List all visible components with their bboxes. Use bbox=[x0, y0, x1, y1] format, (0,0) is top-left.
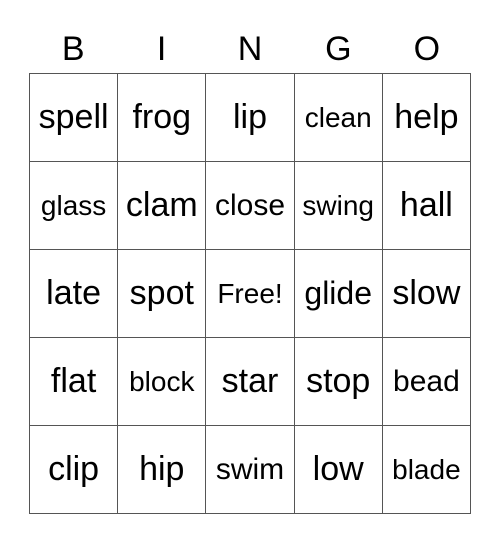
bingo-cell[interactable]: flat bbox=[30, 338, 119, 426]
bingo-cell[interactable]: swing bbox=[294, 162, 383, 250]
bingo-header: B I N G O bbox=[29, 26, 471, 72]
bingo-cell[interactable]: help bbox=[382, 74, 471, 162]
bingo-card-grid: spell frog lip clean help glass clam clo… bbox=[29, 73, 471, 514]
bingo-cell[interactable]: hip bbox=[118, 426, 207, 514]
bingo-cell[interactable]: clam bbox=[118, 162, 207, 250]
bingo-cell[interactable]: swim bbox=[206, 426, 295, 514]
bingo-cell[interactable]: blade bbox=[382, 426, 471, 514]
bingo-cell[interactable]: hall bbox=[382, 162, 471, 250]
bingo-cell[interactable]: glide bbox=[294, 250, 383, 338]
bingo-cell[interactable]: slow bbox=[382, 250, 471, 338]
bingo-cell[interactable]: lip bbox=[206, 74, 295, 162]
bingo-cell[interactable]: low bbox=[294, 426, 383, 514]
bingo-cell[interactable]: bead bbox=[382, 338, 471, 426]
bingo-cell[interactable]: stop bbox=[294, 338, 383, 426]
bingo-cell[interactable]: close bbox=[206, 162, 295, 250]
bingo-cell[interactable]: clip bbox=[30, 426, 119, 514]
header-letter-g: G bbox=[325, 30, 352, 68]
header-letter-i: I bbox=[156, 30, 167, 68]
bingo-cell[interactable]: block bbox=[118, 338, 207, 426]
header-letter-o: O bbox=[413, 30, 441, 68]
header-letter-b: B bbox=[61, 30, 85, 68]
free-space-cell[interactable]: Free! bbox=[206, 250, 295, 338]
bingo-cell[interactable]: spell bbox=[30, 74, 119, 162]
bingo-cell[interactable]: spot bbox=[118, 250, 207, 338]
bingo-cell[interactable]: frog bbox=[118, 74, 207, 162]
bingo-cell[interactable]: glass bbox=[30, 162, 119, 250]
bingo-cell[interactable]: star bbox=[206, 338, 295, 426]
header-letter-n: N bbox=[237, 30, 263, 68]
bingo-cell[interactable]: late bbox=[30, 250, 119, 338]
bingo-cell[interactable]: clean bbox=[294, 74, 383, 162]
